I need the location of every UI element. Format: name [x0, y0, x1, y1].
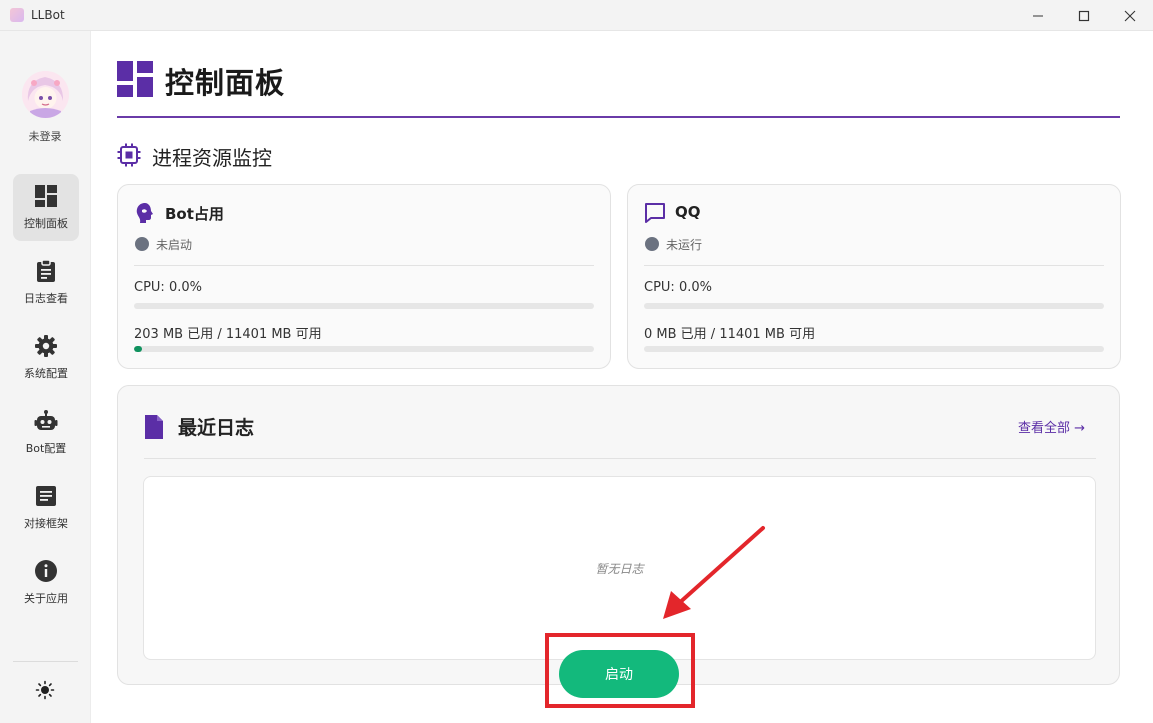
- gear-icon: [35, 335, 57, 357]
- cpu-chip-icon: [117, 143, 141, 167]
- status-indicator: [135, 237, 149, 251]
- card-title: QQ: [675, 203, 701, 221]
- status-text: 未启动: [156, 238, 193, 252]
- sidebar-divider: [13, 661, 78, 662]
- minimize-button[interactable]: [1015, 0, 1061, 31]
- sidebar-item-bot-config[interactable]: Bot配置: [13, 399, 79, 466]
- file-icon: [145, 415, 163, 439]
- close-button[interactable]: [1107, 0, 1153, 31]
- info-icon: [35, 560, 57, 582]
- close-icon: [1124, 10, 1136, 21]
- bot-head-icon: [136, 203, 153, 223]
- document-icon: [36, 486, 56, 506]
- maximize-icon: [1078, 10, 1090, 21]
- title-bar: LLBot: [0, 0, 1153, 31]
- login-status-label: 未登录: [28, 130, 62, 143]
- cpu-usage-text: CPU: 0.0%: [134, 280, 202, 295]
- sidebar-item-label: 日志查看: [24, 292, 68, 305]
- status-text: 未运行: [666, 238, 703, 252]
- sidebar-item-about[interactable]: 关于应用: [13, 549, 79, 616]
- sidebar-item-framework[interactable]: 对接框架: [13, 474, 79, 541]
- annotation-arrow: [663, 526, 765, 619]
- qq-usage-card: QQ 未运行 CPU: 0.0% 0 MB 已用 / 11401 MB 可用: [627, 184, 1121, 369]
- bot-icon: [34, 410, 58, 430]
- avatar[interactable]: [22, 71, 69, 118]
- memory-progress-fill: [134, 346, 143, 352]
- card-divider: [644, 265, 1104, 266]
- memory-usage-text: 203 MB 已用 / 11401 MB 可用: [134, 327, 322, 342]
- cpu-usage-text: CPU: 0.0%: [644, 280, 712, 295]
- sidebar-item-dashboard[interactable]: 控制面板: [13, 174, 79, 241]
- recent-logs-title: 最近日志: [178, 417, 255, 439]
- memory-usage-text: 0 MB 已用 / 11401 MB 可用: [644, 327, 816, 342]
- window-title: LLBot: [31, 8, 65, 22]
- view-all-logs-link[interactable]: 查看全部 →: [1018, 417, 1085, 436]
- logs-divider: [144, 458, 1096, 459]
- title-divider: [117, 116, 1120, 118]
- dashboard-icon: [35, 185, 57, 207]
- bot-usage-card: Bot占用 未启动 CPU: 0.0% 203 MB 已用 / 11401 MB…: [117, 184, 611, 369]
- card-divider: [134, 265, 594, 266]
- chat-bubble-icon: [645, 203, 665, 223]
- card-title: Bot占用: [165, 205, 224, 223]
- cpu-progress-bar: [644, 303, 1104, 309]
- cpu-progress-bar: [134, 303, 594, 309]
- sidebar-item-label: 关于应用: [24, 592, 68, 605]
- minimize-icon: [1033, 15, 1043, 16]
- dashboard-icon: [117, 61, 153, 97]
- sun-icon[interactable]: [35, 680, 55, 700]
- sidebar-item-system-config[interactable]: 系统配置: [13, 324, 79, 391]
- sidebar-item-label: 控制面板: [24, 217, 68, 230]
- status-indicator: [645, 237, 659, 251]
- sidebar-item-label: 系统配置: [24, 367, 68, 380]
- start-button[interactable]: 启动: [559, 650, 679, 698]
- memory-progress-bar: [134, 346, 594, 352]
- maximize-button[interactable]: [1061, 0, 1107, 31]
- empty-logs-text: 暂无日志: [595, 562, 644, 576]
- sidebar-item-label: 对接框架: [24, 517, 68, 530]
- page-title: 控制面板: [165, 66, 286, 100]
- sidebar-item-logs[interactable]: 日志查看: [13, 249, 79, 316]
- clipboard-icon: [37, 259, 55, 282]
- sidebar: 未登录 控制面板 日志查看 系统配置 Bot配置 对接框架 关于应用: [0, 31, 91, 723]
- sidebar-item-label: Bot配置: [25, 442, 67, 455]
- app-logo-icon: [10, 8, 24, 22]
- memory-progress-bar: [644, 346, 1104, 352]
- section-title: 进程资源监控: [152, 146, 272, 170]
